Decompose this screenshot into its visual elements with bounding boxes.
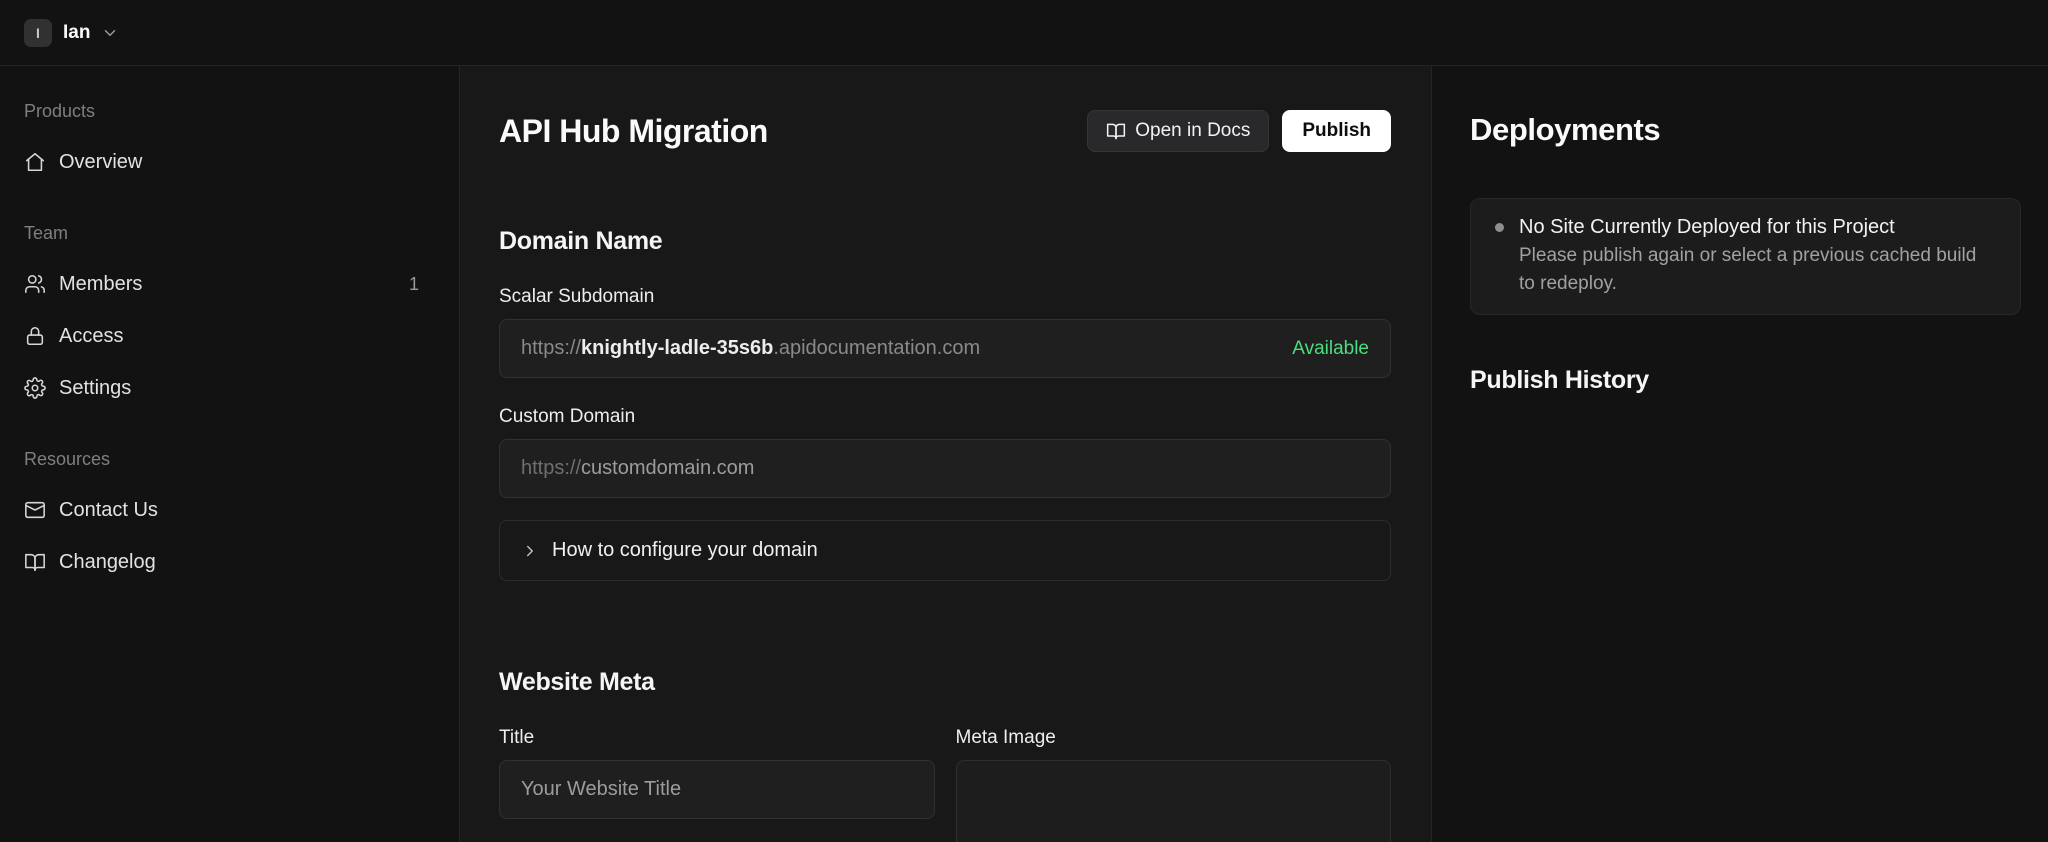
sidebar-item-changelog[interactable]: Changelog (24, 536, 419, 588)
configure-domain-label: How to configure your domain (552, 539, 818, 561)
sidebar-item-label: Changelog (59, 550, 156, 573)
subdomain-name: knightly-ladle-35s6b (581, 337, 774, 359)
meta-image-label: Meta Image (955, 727, 1056, 748)
sidebar-item-label: Contact Us (59, 498, 158, 521)
open-in-docs-label: Open in Docs (1135, 120, 1251, 141)
custom-domain-input[interactable]: https://customdomain.com (499, 439, 1391, 498)
topbar: I Ian (0, 0, 2048, 66)
sidebar-item-members[interactable]: Members 1 (24, 258, 419, 310)
book-icon (24, 551, 46, 573)
sidebar-item-access[interactable]: Access (24, 310, 419, 362)
meta-image-upload-box[interactable] (955, 760, 1391, 842)
scalar-subdomain-label: Scalar Subdomain (499, 286, 655, 307)
website-meta-grid: Title Meta Image (499, 699, 1391, 842)
sidebar-item-contact-us[interactable]: Contact Us (24, 484, 419, 536)
deployment-status-card: No Site Currently Deployed for this Proj… (1470, 198, 2021, 315)
sidebar-item-label: Access (59, 324, 124, 347)
custom-domain-placeholder-prefix: https:// (521, 457, 582, 479)
deployments-panel: Deployments No Site Currently Deployed f… (1432, 66, 2048, 842)
deployments-heading: Deployments (1470, 112, 1661, 147)
sidebar-item-label: Members (59, 272, 143, 295)
sidebar-item-label: Settings (59, 376, 132, 399)
gear-icon (24, 377, 46, 399)
home-icon (24, 151, 46, 173)
sidebar-section-label: Resources (24, 449, 111, 469)
deployment-status-description: Please publish again or select a previou… (1519, 245, 1977, 294)
title-label: Title (499, 727, 535, 748)
header-actions: Open in Docs Publish (1087, 110, 1391, 152)
scalar-subdomain-field[interactable]: https://knightly-ladle-35s6b .apidocument… (499, 319, 1391, 378)
workspace-name: Ian (63, 21, 91, 43)
sidebar: Products Overview Team Members 1 Access … (0, 66, 460, 842)
users-icon (24, 273, 46, 295)
subdomain-prefix: https:// (521, 337, 582, 359)
main-content: API Hub Migration Open in Docs Publish D… (460, 66, 1432, 842)
status-dot-icon (1495, 223, 1504, 232)
sidebar-item-overview[interactable]: Overview (24, 136, 419, 188)
open-in-docs-button[interactable]: Open in Docs (1087, 110, 1270, 152)
page-title: API Hub Migration (499, 112, 768, 149)
deployment-status-title: No Site Currently Deployed for this Proj… (1519, 216, 1895, 238)
configure-domain-disclosure[interactable]: How to configure your domain (499, 520, 1391, 581)
main-header: API Hub Migration Open in Docs Publish (499, 110, 1391, 152)
lock-icon (24, 325, 46, 347)
mail-icon (24, 499, 46, 521)
workspace-switcher[interactable]: I Ian (24, 18, 119, 47)
sidebar-section-label: Products (24, 101, 96, 121)
sidebar-section-team: Team Members 1 Access Settings (24, 220, 419, 414)
app-root: I Ian Products Overview Team Members 1 A… (0, 0, 2048, 842)
website-title-input[interactable] (499, 760, 935, 819)
book-open-icon (1106, 121, 1126, 141)
chevron-right-icon (521, 542, 539, 560)
sidebar-section-resources: Resources Contact Us Changelog (24, 446, 419, 588)
app-body: Products Overview Team Members 1 Access … (0, 66, 2048, 842)
sidebar-item-label: Overview (59, 150, 143, 173)
sidebar-item-settings[interactable]: Settings (24, 362, 419, 414)
workspace-avatar: I (24, 18, 52, 47)
website-meta-heading: Website Meta (499, 668, 655, 696)
custom-domain-placeholder: customdomain.com (581, 457, 755, 479)
custom-domain-label: Custom Domain (499, 406, 636, 427)
publish-button[interactable]: Publish (1282, 110, 1391, 152)
members-count-badge: 1 (408, 273, 419, 294)
chevron-down-icon (101, 24, 119, 42)
sidebar-section-label: Team (24, 223, 69, 243)
subdomain-availability-status: Available (1292, 337, 1369, 359)
deployment-status-text: No Site Currently Deployed for this Proj… (1519, 214, 1989, 298)
subdomain-suffix: .apidocumentation.com (773, 337, 981, 359)
publish-history-heading: Publish History (1470, 366, 1649, 394)
domain-name-heading: Domain Name (499, 227, 663, 255)
sidebar-section-products: Products Overview (24, 98, 419, 188)
